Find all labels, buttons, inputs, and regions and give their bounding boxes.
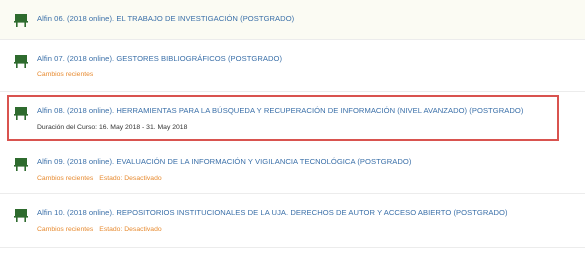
course-meta: Cambios recientes Estado: Desactivado (37, 175, 162, 182)
recent-changes-link[interactable]: Cambios recientes (37, 175, 93, 182)
course-item-alfin-07[interactable]: Alfin 07. (2018 online). GESTORES BIBLIO… (0, 41, 585, 92)
course-board-icon (14, 55, 28, 68)
course-item-alfin-10[interactable]: Alfin 10. (2018 online). REPOSITORIOS IN… (0, 195, 585, 248)
course-title[interactable]: Alfin 06. (2018 online). EL TRABAJO DE I… (37, 14, 294, 23)
recent-changes-link[interactable]: Cambios recientes (37, 71, 93, 78)
course-title[interactable]: Alfin 08. (2018 online). HERRAMIENTAS PA… (37, 106, 523, 115)
course-item-alfin-08[interactable]: Alfin 08. (2018 online). HERRAMIENTAS PA… (7, 95, 559, 141)
status-badge: Estado: Desactivado (99, 226, 162, 233)
course-item-alfin-06[interactable]: Alfin 06. (2018 online). EL TRABAJO DE I… (0, 0, 585, 40)
course-board-icon (14, 158, 28, 171)
course-board-icon (14, 14, 28, 27)
course-item-alfin-09[interactable]: Alfin 09. (2018 online). EVALUACIÓN DE L… (0, 143, 585, 194)
course-duration: Duración del Curso: 16. May 2018 - 31. M… (37, 124, 188, 131)
course-list: Alfin 06. (2018 online). EL TRABAJO DE I… (0, 0, 585, 258)
course-board-icon (14, 209, 28, 222)
course-title[interactable]: Alfin 09. (2018 online). EVALUACIÓN DE L… (37, 157, 411, 166)
course-title[interactable]: Alfin 10. (2018 online). REPOSITORIOS IN… (37, 208, 508, 217)
course-meta: Cambios recientes (37, 71, 93, 78)
course-board-icon (14, 107, 28, 120)
course-title[interactable]: Alfin 07. (2018 online). GESTORES BIBLIO… (37, 54, 282, 63)
status-badge: Estado: Desactivado (99, 175, 162, 182)
recent-changes-link[interactable]: Cambios recientes (37, 226, 93, 233)
course-meta: Cambios recientes Estado: Desactivado (37, 226, 162, 233)
